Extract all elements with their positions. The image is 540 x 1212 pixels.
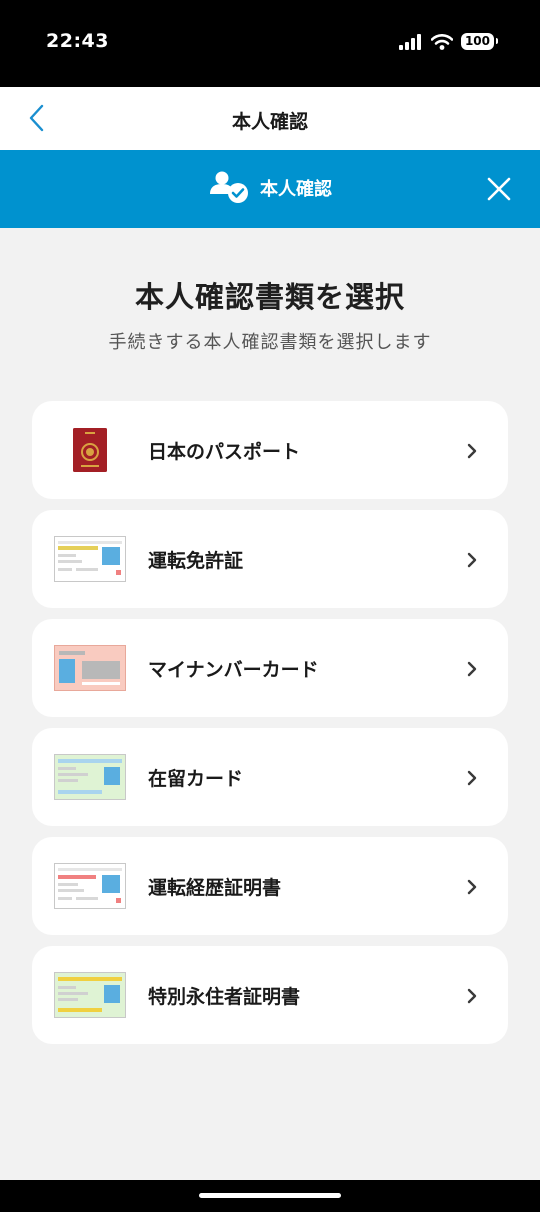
close-icon (487, 177, 511, 201)
residence-card-icon (54, 754, 126, 800)
signal-icon (398, 33, 421, 50)
document-list: 日本のパスポート 運転免許証 マイナンバーカード 在留カード 運転経歴証明書 特… (32, 401, 508, 1055)
chevron-right-icon (467, 661, 477, 677)
chevron-right-icon (467, 879, 477, 895)
home-indicator[interactable] (199, 1193, 341, 1198)
status-icons: 100 (398, 33, 499, 50)
verification-header: 本人確認 (0, 150, 540, 228)
page-title: 本人確認書類を選択 (134, 280, 405, 314)
user-verified-icon (210, 171, 248, 203)
document-item-drivers-license[interactable]: 運転免許証 (32, 510, 508, 608)
document-item-special-permanent-resident-certificate[interactable]: 特別永住者証明書 (32, 946, 508, 1044)
document-label: 日本のパスポート (148, 441, 301, 463)
chevron-right-icon (467, 770, 477, 786)
status-time: 22:43 (46, 30, 109, 52)
my-number-card-icon (54, 645, 126, 691)
wifi-icon (430, 33, 453, 50)
nav-title: 本人確認 (231, 111, 308, 133)
drivers-license-icon (54, 536, 126, 582)
header-center: 本人確認 (0, 170, 540, 206)
header-title: 本人確認 (260, 179, 332, 200)
document-item-driving-history-certificate[interactable]: 運転経歴証明書 (32, 837, 508, 935)
chevron-right-icon (467, 988, 477, 1004)
chevron-right-icon (467, 443, 477, 459)
passport-icon (73, 428, 107, 472)
document-label: 運転免許証 (148, 550, 244, 572)
document-item-residence-card[interactable]: 在留カード (32, 728, 508, 826)
battery-indicator: 100 (460, 33, 499, 50)
document-label: マイナンバーカード (148, 659, 319, 681)
home-indicator-area (0, 1180, 540, 1212)
close-button[interactable] (486, 176, 512, 202)
document-label: 特別永住者証明書 (148, 986, 301, 1008)
document-item-passport[interactable]: 日本のパスポート (32, 401, 508, 499)
nav-bar: 本人確認 (0, 87, 540, 150)
document-label: 在留カード (148, 768, 244, 790)
document-item-my-number-card[interactable]: マイナンバーカード (32, 619, 508, 717)
special-permanent-resident-certificate-icon (54, 972, 126, 1018)
status-bar: 22:43 100 (0, 0, 540, 87)
document-label: 運転経歴証明書 (148, 877, 282, 899)
page-subtitle: 手続きする本人確認書類を選択します (108, 332, 432, 353)
driving-history-certificate-icon (54, 863, 126, 909)
chevron-right-icon (467, 552, 477, 568)
